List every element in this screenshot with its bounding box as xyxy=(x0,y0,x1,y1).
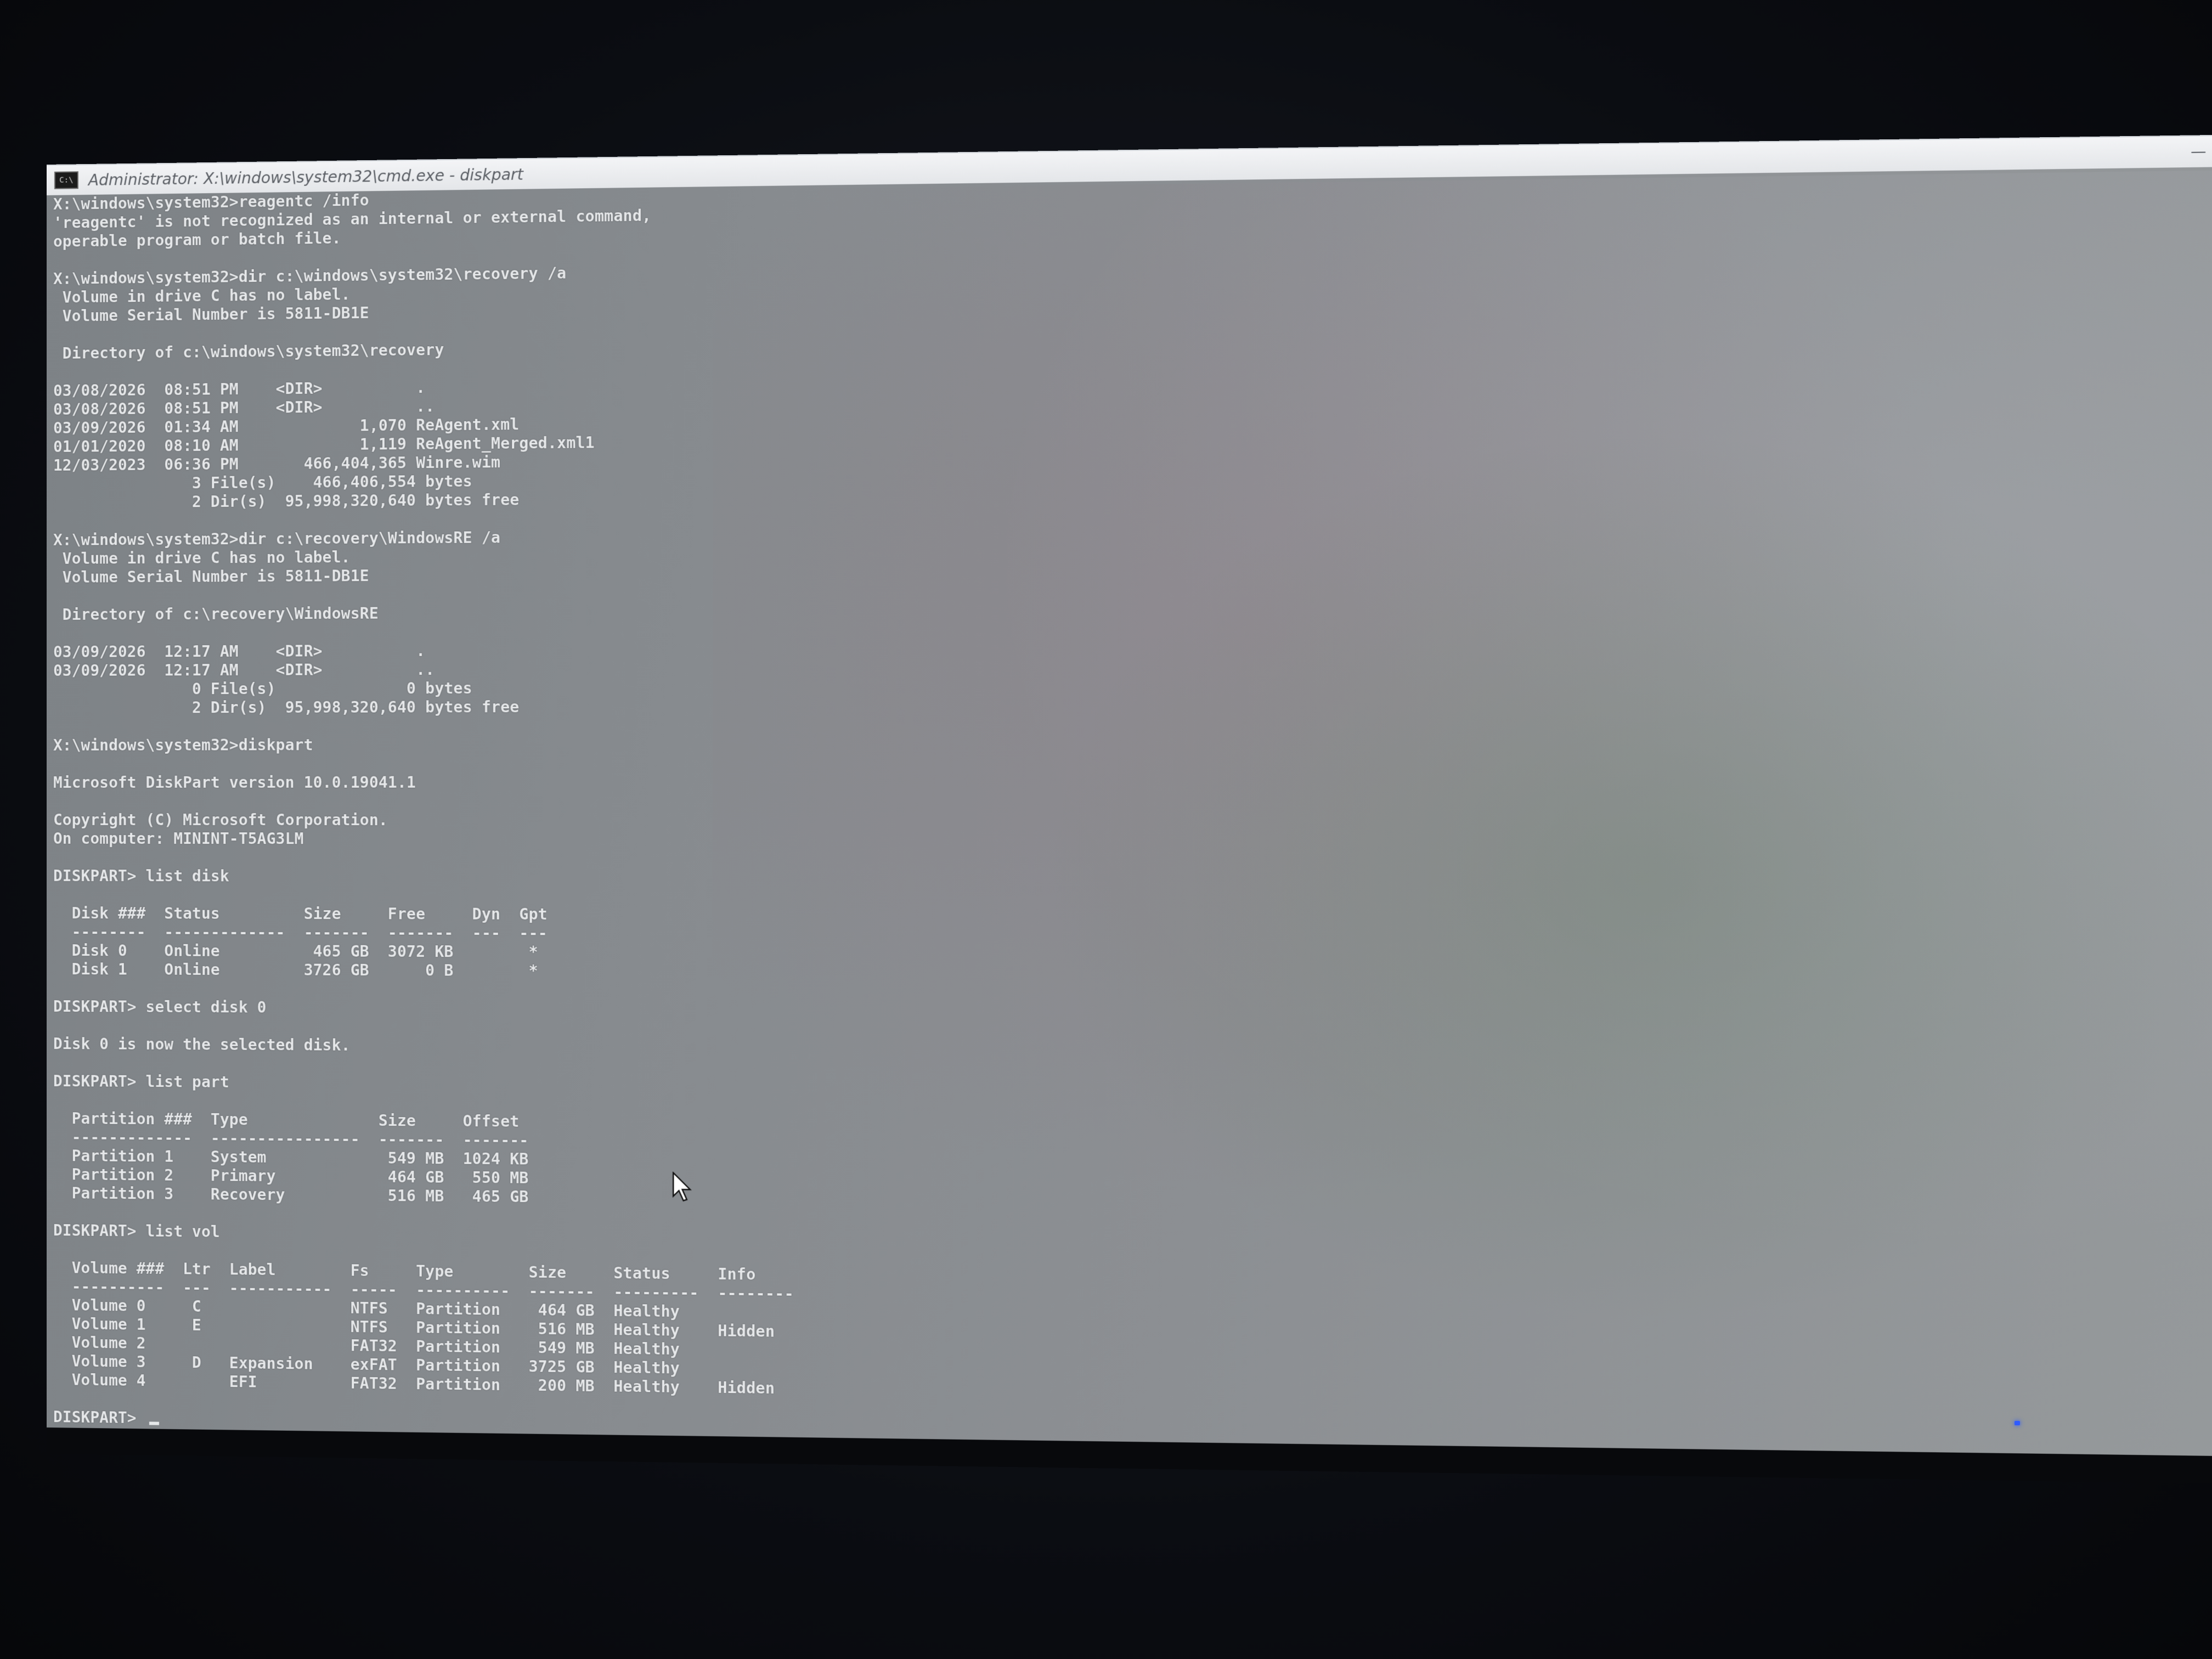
photo-background: C:\ Administrator: X:\windows\system32\c… xyxy=(0,0,2212,1659)
console-line: On computer: MININT-T5AG3LM xyxy=(53,830,304,848)
console-line: X:\windows\system32>diskpart xyxy=(53,736,313,754)
console-line: Microsoft DiskPart version 10.0.19041.1 xyxy=(53,773,416,792)
console-output[interactable]: X:\windows\system32>reagentc /info'reage… xyxy=(47,166,2212,1457)
window-title: Administrator: X:\windows\system32\cmd.e… xyxy=(88,165,523,189)
window-controls: — ☐ ✕ xyxy=(2177,135,2212,168)
console-line: Copyright (C) Microsoft Corporation. xyxy=(53,811,388,830)
text-caret xyxy=(149,1421,159,1425)
cmd-window: C:\ Administrator: X:\windows\system32\c… xyxy=(47,133,2212,1458)
mouse-pointer-icon xyxy=(672,1172,695,1203)
monitor-power-led xyxy=(2015,1421,2020,1425)
minimize-button[interactable]: — xyxy=(2177,136,2212,168)
cmd-icon: C:\ xyxy=(54,171,78,189)
prompt-text: DISKPART> xyxy=(53,1408,146,1427)
monitor-screen: C:\ Administrator: X:\windows\system32\c… xyxy=(47,133,2212,1485)
